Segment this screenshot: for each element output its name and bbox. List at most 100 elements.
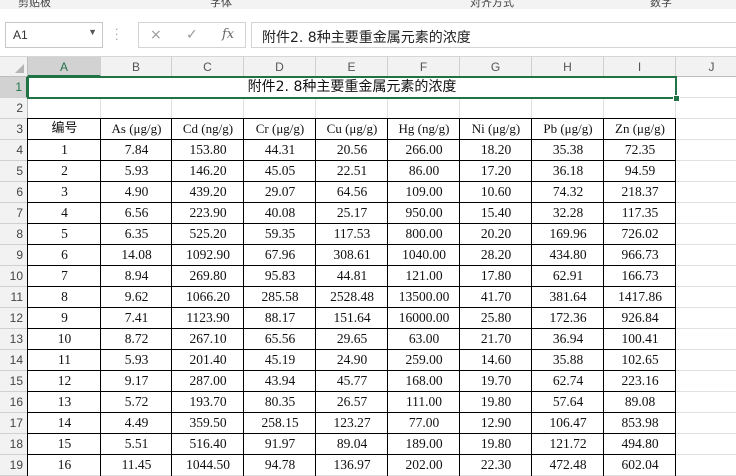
table-cell[interactable]: 1 (28, 140, 101, 161)
table-cell[interactable]: 28.20 (460, 245, 532, 266)
table-cell[interactable]: 19.70 (460, 371, 532, 392)
table-cell[interactable]: 153.80 (172, 140, 244, 161)
table-cell[interactable]: 86.00 (388, 161, 460, 182)
table-cell[interactable]: 201.40 (172, 350, 244, 371)
table-cell[interactable]: 7 (28, 266, 101, 287)
table-cell[interactable]: 10.60 (460, 182, 532, 203)
insert-function-icon[interactable]: fx (222, 27, 234, 42)
table-cell[interactable]: 80.35 (244, 392, 316, 413)
row-header-9[interactable]: 9 (0, 245, 28, 266)
table-cell[interactable]: 64.56 (316, 182, 388, 203)
table-cell[interactable]: 602.04 (604, 455, 676, 476)
table-cell[interactable]: 44.81 (316, 266, 388, 287)
table-cell[interactable]: 285.58 (244, 287, 316, 308)
table-cell[interactable]: 726.02 (604, 224, 676, 245)
table-cell[interactable]: 166.73 (604, 266, 676, 287)
table-cell[interactable]: 267.10 (172, 329, 244, 350)
table-cell[interactable]: 63.00 (388, 329, 460, 350)
column-header-h[interactable]: H (532, 57, 604, 77)
table-cell[interactable]: 9 (28, 308, 101, 329)
table-cell[interactable]: 926.84 (604, 308, 676, 329)
row-header-19[interactable]: 19 (0, 455, 28, 476)
table-header-cell[interactable]: Hg (ng/g) (388, 119, 460, 140)
table-cell[interactable]: 26.57 (316, 392, 388, 413)
table-header-cell[interactable]: Cd (ng/g) (172, 119, 244, 140)
table-cell[interactable]: 853.98 (604, 413, 676, 434)
table-cell[interactable]: 45.77 (316, 371, 388, 392)
table-cell[interactable]: 91.97 (244, 434, 316, 455)
table-cell[interactable]: 4.90 (101, 182, 172, 203)
column-header-b[interactable]: B (101, 57, 172, 77)
row-header-7[interactable]: 7 (0, 203, 28, 224)
table-cell[interactable]: 5.51 (101, 434, 172, 455)
table-cell[interactable]: 9.62 (101, 287, 172, 308)
table-cell[interactable]: 35.38 (532, 140, 604, 161)
table-cell[interactable]: 12.90 (460, 413, 532, 434)
column-header-a[interactable]: A (28, 57, 101, 77)
table-cell[interactable]: 117.35 (604, 203, 676, 224)
table-header-cell[interactable]: Ni (μg/g) (460, 119, 532, 140)
table-cell[interactable]: 88.17 (244, 308, 316, 329)
table-cell[interactable]: 146.20 (172, 161, 244, 182)
table-cell[interactable]: 7.41 (101, 308, 172, 329)
table-cell[interactable]: 45.05 (244, 161, 316, 182)
chevron-down-icon[interactable]: ▼ (88, 27, 97, 37)
row-header-4[interactable]: 4 (0, 140, 28, 161)
table-cell[interactable]: 4.49 (101, 413, 172, 434)
table-cell[interactable]: 100.41 (604, 329, 676, 350)
table-cell[interactable]: 16000.00 (388, 308, 460, 329)
table-cell[interactable]: 800.00 (388, 224, 460, 245)
table-header-cell[interactable]: Zn (μg/g) (604, 119, 676, 140)
table-cell[interactable]: 266.00 (388, 140, 460, 161)
table-cell[interactable]: 4 (28, 203, 101, 224)
table-cell[interactable]: 202.00 (388, 455, 460, 476)
table-cell[interactable]: 36.18 (532, 161, 604, 182)
row-header-18[interactable]: 18 (0, 434, 28, 455)
table-cell[interactable]: 5.72 (101, 392, 172, 413)
table-cell[interactable]: 1417.86 (604, 287, 676, 308)
table-cell[interactable]: 269.80 (172, 266, 244, 287)
table-cell[interactable]: 121.00 (388, 266, 460, 287)
table-cell[interactable]: 258.15 (244, 413, 316, 434)
table-cell[interactable]: 6.35 (101, 224, 172, 245)
table-cell[interactable]: 136.97 (316, 455, 388, 476)
table-cell[interactable]: 57.64 (532, 392, 604, 413)
table-cell[interactable]: 45.19 (244, 350, 316, 371)
table-cell[interactable]: 89.08 (604, 392, 676, 413)
table-cell[interactable]: 189.00 (388, 434, 460, 455)
table-cell[interactable]: 11 (28, 350, 101, 371)
table-cell[interactable]: 439.20 (172, 182, 244, 203)
table-cell[interactable]: 193.70 (172, 392, 244, 413)
table-cell[interactable]: 95.83 (244, 266, 316, 287)
table-cell[interactable]: 6.56 (101, 203, 172, 224)
table-cell[interactable]: 10 (28, 329, 101, 350)
table-cell[interactable]: 359.50 (172, 413, 244, 434)
column-header-c[interactable]: C (172, 57, 244, 77)
name-box[interactable]: A1 ▼ (5, 22, 103, 48)
table-cell[interactable]: 43.94 (244, 371, 316, 392)
table-cell[interactable]: 223.16 (604, 371, 676, 392)
table-cell[interactable]: 106.47 (532, 413, 604, 434)
table-cell[interactable]: 2 (28, 161, 101, 182)
table-cell[interactable]: 7.84 (101, 140, 172, 161)
table-cell[interactable]: 1044.50 (172, 455, 244, 476)
table-header-cell[interactable]: 编号 (28, 119, 101, 140)
table-cell[interactable]: 36.94 (532, 329, 604, 350)
table-cell[interactable]: 1066.20 (172, 287, 244, 308)
title-cell-a1[interactable]: 附件2. 8种主要重金属元素的浓度 (27, 76, 677, 99)
table-cell[interactable]: 24.90 (316, 350, 388, 371)
table-cell[interactable]: 15.40 (460, 203, 532, 224)
table-cell[interactable]: 14.08 (101, 245, 172, 266)
table-cell[interactable]: 472.48 (532, 455, 604, 476)
table-cell[interactable]: 20.56 (316, 140, 388, 161)
cancel-icon[interactable]: × (150, 27, 162, 43)
table-cell[interactable]: 94.59 (604, 161, 676, 182)
table-cell[interactable]: 14 (28, 413, 101, 434)
table-cell[interactable]: 17.20 (460, 161, 532, 182)
column-header-g[interactable]: G (460, 57, 532, 77)
table-cell[interactable]: 19.80 (460, 434, 532, 455)
table-cell[interactable]: 35.88 (532, 350, 604, 371)
table-cell[interactable]: 62.74 (532, 371, 604, 392)
table-cell[interactable]: 29.07 (244, 182, 316, 203)
enter-icon[interactable]: ✓ (186, 27, 198, 43)
